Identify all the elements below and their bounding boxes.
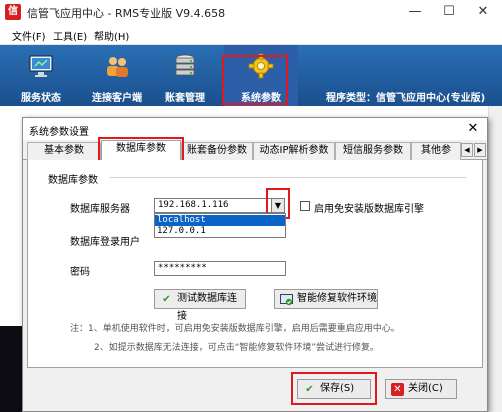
minimize-button[interactable]: — — [400, 2, 430, 22]
main-window-title: 信管飞应用中心 - RMS专业版 V9.4.658 — [27, 7, 226, 20]
highlight-box-toolbar — [222, 55, 288, 105]
password-label: 密码 — [70, 267, 90, 278]
users-icon — [107, 57, 128, 77]
menu-help[interactable]: 帮助(H) — [94, 28, 129, 43]
main-titlebar: 信 信管飞应用中心 - RMS专业版 V9.4.658 — ☐ ✕ — [0, 0, 502, 24]
toolbar-label: 连接客户端 — [92, 93, 142, 104]
dialog-titlebar: 系统参数设置 ✕ — [23, 118, 487, 140]
db-server-label: 数据库服务器 — [70, 204, 130, 215]
test-connection-label: 测试数据库连接 — [177, 293, 237, 322]
toolbar-connected-clients[interactable]: 连接客户端 — [80, 45, 154, 106]
tab-backup-params[interactable]: 账套备份参数 — [181, 142, 253, 160]
free-install-label: 启用免安装版数据库引擎 — [314, 204, 424, 215]
section-title: 数据库参数 — [48, 175, 98, 186]
section-divider — [110, 177, 466, 178]
menu-tools[interactable]: 工具(E) — [53, 28, 87, 43]
dropdown-option-loopback[interactable]: 127.0.0.1 — [155, 226, 285, 237]
highlight-box-save — [291, 372, 377, 405]
password-input[interactable]: ********* — [154, 261, 286, 276]
main-close-button[interactable]: ✕ — [468, 2, 498, 22]
highlight-box-tab — [98, 137, 184, 162]
close-x-icon: ✕ — [391, 383, 404, 396]
tab-sms-params[interactable]: 短信服务参数 — [335, 142, 411, 160]
repair-icon — [280, 293, 293, 306]
toolbar-label: 服务状态 — [21, 93, 61, 104]
menubar: 文件(F) 工具(E) 帮助(H) — [0, 24, 502, 45]
tab-other-params[interactable]: 其他参 — [411, 142, 461, 160]
tab-dynamic-ip-params[interactable]: 动态IP解析参数 — [253, 142, 335, 160]
app-logo-icon: 信 — [5, 4, 21, 20]
maximize-button[interactable]: ☐ — [434, 2, 464, 22]
database-icon — [175, 54, 195, 76]
menu-file[interactable]: 文件(F) — [12, 28, 46, 43]
tab-scroll-right-icon[interactable]: ▶ — [474, 143, 486, 157]
program-type-label: 程序类型：信管飞应用中心(专业版) — [326, 93, 486, 104]
database-params-panel: 数据库参数 数据库服务器 192.168.1.116 ▼ localhost 1… — [27, 160, 483, 368]
toolbar-label: 账套管理 — [165, 93, 205, 104]
close-label: 关闭(C) — [408, 383, 443, 394]
db-server-input[interactable]: 192.168.1.116 — [154, 198, 272, 213]
test-connection-button[interactable]: ✔ 测试数据库连接 — [154, 289, 246, 322]
free-install-checkbox[interactable] — [300, 201, 310, 211]
db-server-dropdown-list: localhost 127.0.0.1 — [154, 213, 286, 238]
toolbar-account-management[interactable]: 账套管理 — [148, 45, 222, 106]
db-login-user-label: 数据库登录用户 — [70, 237, 140, 248]
repair-env-label: 智能修复软件环境 — [297, 293, 377, 304]
dropdown-option-localhost[interactable]: localhost — [155, 215, 285, 226]
tab-scroll-left-icon[interactable]: ◀ — [461, 143, 473, 157]
note-line-2: 2、如提示数据库无法连接，可点击“智能修复软件环境”尝试进行修复。 — [94, 343, 380, 353]
repair-env-button[interactable]: 智能修复软件环境 — [274, 289, 378, 309]
monitor-icon — [29, 55, 53, 77]
main-scrollbar[interactable] — [488, 106, 502, 412]
tab-basic-params[interactable]: 基本参数 — [27, 142, 101, 160]
toolbar-service-status[interactable]: 服务状态 — [4, 45, 78, 106]
close-button[interactable]: ✕ 关闭(C) — [385, 379, 457, 399]
dialog-title: 系统参数设置 — [29, 127, 89, 138]
dialog-close-icon[interactable]: ✕ — [463, 120, 483, 138]
checkmark-icon: ✔ — [162, 294, 171, 305]
dialog-tabs: 基本参数 数据库参数 账套备份参数 动态IP解析参数 短信服务参数 其他参 ◀ … — [23, 140, 487, 161]
background-panel-strip — [0, 326, 22, 412]
system-params-dialog: 系统参数设置 ✕ 基本参数 数据库参数 账套备份参数 动态IP解析参数 短信服务… — [22, 117, 488, 412]
note-line-1: 注：1、单机使用软件时，可启用免安装版数据库引擎，启用后需要重启应用中心。 — [70, 324, 400, 334]
